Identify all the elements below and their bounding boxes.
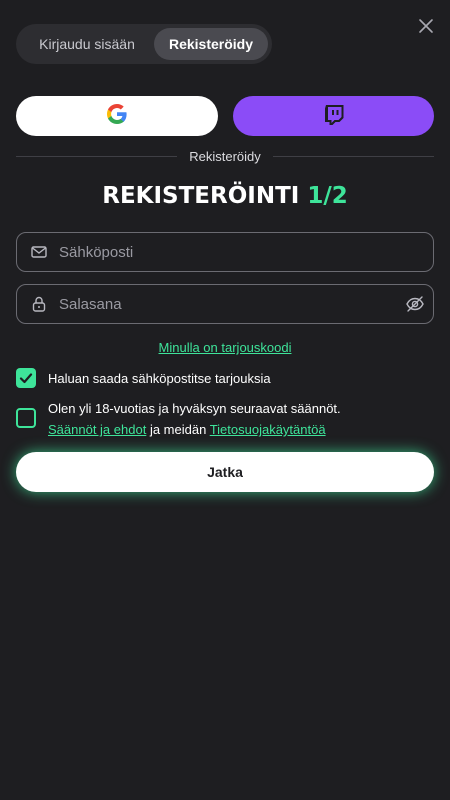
promo-code-link-row: Minulla on tarjouskoodi [0,340,450,355]
google-signup-button[interactable] [16,96,218,136]
divider-line-right [272,155,434,157]
lock-icon [30,295,48,313]
terms-checkbox-label: Olen yli 18-vuotias ja hyväksyn seuraava… [48,398,341,440]
auth-tabs: Kirjaudu sisään Rekisteröidy [16,24,272,64]
password-input[interactable] [57,294,405,314]
eye-off-icon[interactable] [405,294,425,314]
divider-label: Rekisteröidy [189,148,261,164]
close-icon[interactable] [416,16,436,36]
promo-code-link[interactable]: Minulla on tarjouskoodi [159,340,292,355]
tab-login[interactable]: Kirjaudu sisään [20,28,154,60]
terms-checkbox[interactable] [16,408,36,428]
terms-link[interactable]: Säännöt ja ehdot [48,422,146,437]
title-text: REKISTERÖINTI [102,183,300,209]
google-icon [105,102,129,131]
section-divider: Rekisteröidy [16,146,434,166]
page-title: REKISTERÖINTI 1/2 [0,183,450,209]
step-indicator: 1/2 [307,183,348,209]
continue-button[interactable]: Jatka [16,452,434,492]
terms-middle-text: ja meidän [149,422,207,437]
mail-icon [30,243,48,261]
twitch-icon [322,102,346,131]
email-field [16,232,434,272]
terms-text: Olen yli 18-vuotias ja hyväksyn seuraava… [48,401,341,416]
password-field [16,284,434,324]
marketing-checkbox[interactable] [16,368,36,388]
marketing-checkbox-label: Haluan saada sähköpostitse tarjouksia [48,371,271,386]
privacy-policy-link[interactable]: Tietosuojakäytäntöä [210,422,326,437]
divider-line-left [16,155,178,157]
email-input[interactable] [57,242,433,262]
twitch-signup-button[interactable] [233,96,434,136]
tab-register[interactable]: Rekisteröidy [154,28,268,60]
checkmark-icon [16,373,36,392]
